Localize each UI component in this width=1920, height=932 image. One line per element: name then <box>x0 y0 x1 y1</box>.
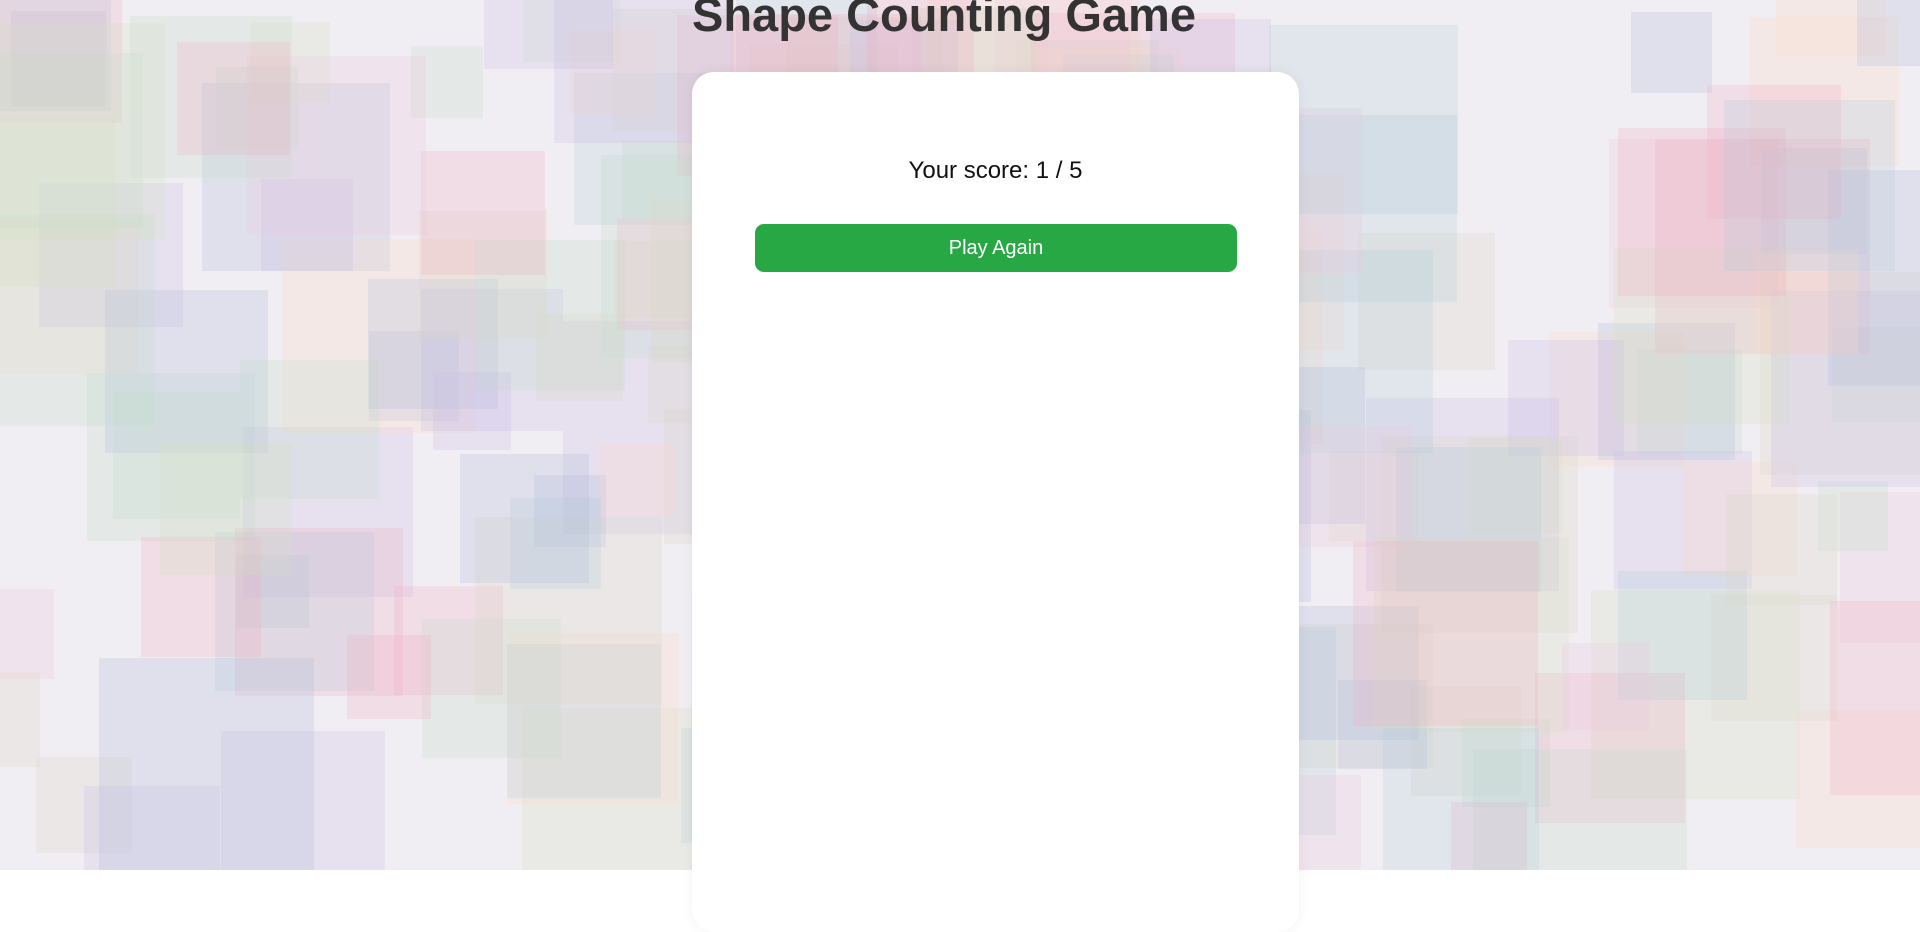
background-square <box>1726 494 1837 605</box>
game-card: Your score: 1 / 5 Play Again <box>692 72 1299 932</box>
background-square <box>0 672 40 767</box>
play-again-button[interactable]: Play Again <box>755 224 1237 272</box>
background-square <box>1724 100 1895 271</box>
game-title: Shape Counting Game <box>692 0 1196 41</box>
background-square <box>1291 426 1412 547</box>
background-square <box>1353 541 1538 726</box>
background-square <box>160 443 292 575</box>
background-square <box>177 42 290 155</box>
background-square <box>99 658 314 870</box>
background-square <box>1857 0 1920 66</box>
background-square <box>0 589 54 679</box>
background-square <box>421 151 545 275</box>
background-square <box>510 498 601 589</box>
background-square <box>347 635 431 719</box>
background-square <box>1383 728 1539 870</box>
background-square <box>536 314 623 401</box>
background-square <box>1562 643 1649 730</box>
background-square <box>600 444 673 517</box>
game-viewport: Shape Counting Game Your score: 1 / 5 Pl… <box>0 0 1920 932</box>
background-square <box>1830 601 1920 795</box>
background-square <box>1631 12 1712 93</box>
background-square <box>433 372 511 450</box>
score-text: Your score: 1 / 5 <box>908 157 1083 184</box>
background-square <box>0 117 115 287</box>
